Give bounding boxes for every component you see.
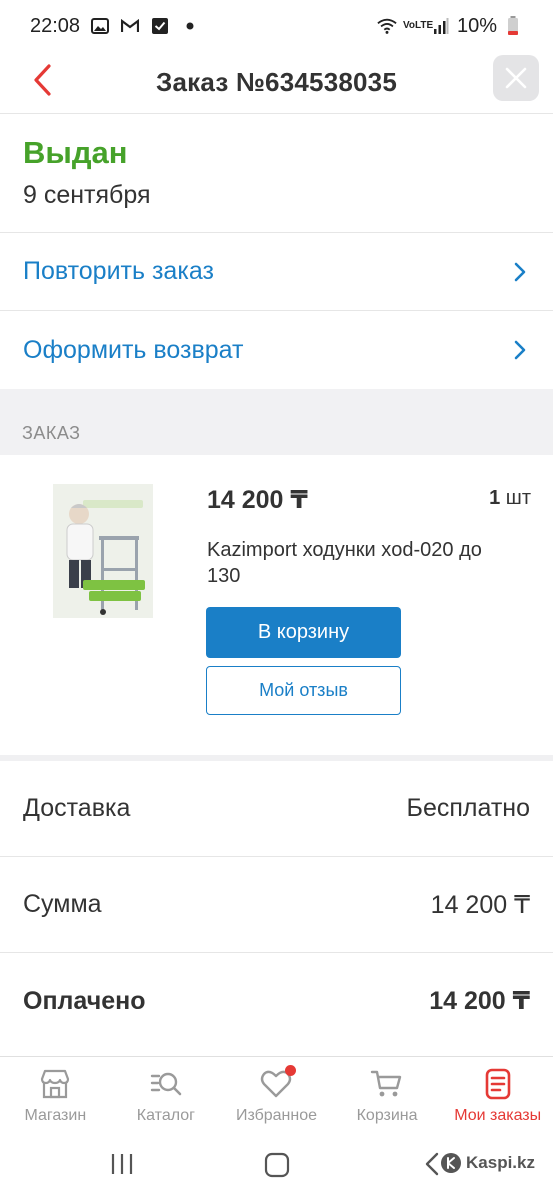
tab-catalog[interactable]: Каталог [111,1057,222,1132]
task-check-icon [150,16,170,36]
page-title: Заказ №634538035 [155,67,397,97]
paid-value: 14 200 ₸ [429,987,530,1015]
sum-value: 14 200 ₸ [430,890,530,919]
cart-icon [370,1070,402,1097]
clock: 22:08 [30,14,81,37]
order-date: 9 сентября [23,181,151,209]
delivery-label: Доставка [23,794,131,822]
delivery-row: Доставка Бесплатно [0,761,553,857]
battery-icon [503,16,523,36]
back-triangle-icon [425,1152,439,1176]
order-status: Выдан [23,135,128,170]
tab-favorites-label: Избранное [235,1107,318,1124]
system-navigation-bar: Kaspi.kz [0,1132,553,1200]
tab-my-orders[interactable]: Мои заказы [442,1057,553,1132]
tab-my-orders-label: Мои заказы [454,1107,542,1124]
chevron-left-icon [34,64,51,96]
close-button[interactable] [493,55,539,101]
my-review-button[interactable]: Мой отзыв [206,666,401,715]
sum-label: Сумма [23,890,102,918]
return-order-row[interactable]: Оформить возврат [0,311,553,389]
paid-label: Оплачено [23,986,146,1015]
tab-cart-label: Корзина [356,1107,418,1124]
gallery-icon [90,16,110,36]
qty-number: 1 [489,487,501,509]
tab-shop-label: Магазин [24,1107,87,1124]
wifi-icon [377,16,397,36]
kaspi-logo-icon [441,1153,462,1173]
sum-row: Сумма 14 200 ₸ [0,857,553,953]
battery-percent: 10% [456,14,497,37]
volte-label: VoLTE [402,20,434,31]
add-to-cart-button[interactable]: В корзину [206,607,401,658]
order-item: 14 200 ₸ 1 шт Kazimport ходунки xod-020 … [0,455,553,755]
catalog-search-icon [150,1072,182,1096]
paid-row: Оплачено 14 200 ₸ [0,953,553,1049]
kaspi-watermark: Kaspi.kz [440,1152,535,1174]
gmail-icon [120,16,140,36]
back-button[interactable] [22,60,62,100]
watermark-text: Kaspi.kz [466,1153,535,1172]
tab-shop[interactable]: Магазин [0,1057,111,1132]
order-section-header: ЗАКАЗ [0,389,553,455]
tab-cart[interactable]: Корзина [332,1057,443,1132]
repeat-order-label: Повторить заказ [23,257,214,285]
favorites-badge [285,1065,297,1076]
section-title: ЗАКАЗ [22,423,81,443]
product-name[interactable]: Kazimport ходунки xod-020 до 130 [207,537,507,589]
signal-icon [431,16,451,36]
tab-catalog-label: Каталог [136,1107,195,1124]
repeat-order-row[interactable]: Повторить заказ [0,233,553,311]
back-nav-button[interactable] [424,1152,440,1176]
status-bar: 22:08 VoLTE 10% [0,0,553,52]
product-quantity: 1 шт [489,487,531,510]
product-image[interactable] [53,484,153,618]
app-header: Заказ №634538035 [0,52,553,114]
bottom-tab-bar: Магазин Каталог Избранное Корзина Мои за… [0,1056,553,1132]
product-price: 14 200 ₸ [207,486,308,514]
orders-icon [485,1068,510,1100]
home-icon [264,1152,290,1178]
recent-apps-icon [111,1154,133,1174]
walker-photo-icon [53,484,153,618]
qty-unit: шт [505,487,531,509]
chevron-right-icon [514,262,526,281]
shop-icon [41,1069,70,1099]
order-status-block: Выдан 9 сентября [0,115,553,233]
home-button[interactable] [264,1152,290,1178]
notification-dot-icon [180,16,200,36]
tab-favorites[interactable]: Избранное [221,1057,332,1132]
chevron-right-icon [514,340,526,360]
delivery-value: Бесплатно [406,794,530,822]
recent-apps-button[interactable] [110,1152,134,1176]
return-order-label: Оформить возврат [23,335,244,364]
close-icon [505,67,527,89]
